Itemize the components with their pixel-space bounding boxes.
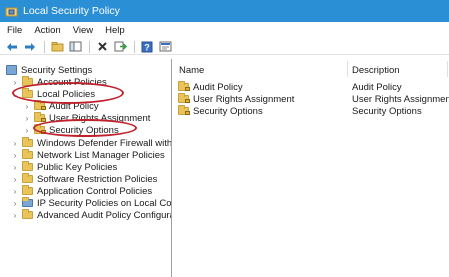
tree-item-network-list-manager[interactable]: › Network List Manager Policies xyxy=(11,149,165,161)
list-item-description: Audit Policy xyxy=(352,81,402,93)
lock-icon xyxy=(185,99,190,103)
folder-icon xyxy=(22,76,33,86)
window-title: Local Security Policy xyxy=(23,5,120,17)
lock-icon xyxy=(41,130,46,134)
chevron-right-icon[interactable]: › xyxy=(11,175,19,184)
export-list-icon[interactable] xyxy=(112,40,128,54)
forward-icon[interactable] xyxy=(22,40,38,54)
toolbar-separator xyxy=(89,40,90,53)
tree-item-user-rights-assignment[interactable]: › User Rights Assignment xyxy=(23,112,150,124)
locked-folder-icon xyxy=(178,93,190,103)
tree-item-audit-policy[interactable]: › Audit Policy xyxy=(23,100,99,112)
chevron-right-icon[interactable]: › xyxy=(11,78,19,87)
tree-item-ip-security-policies[interactable]: › IP Security Policies on Local Computer xyxy=(11,197,172,209)
tree-item-advanced-audit-policy[interactable]: › Advanced Audit Policy Configuration xyxy=(11,209,171,221)
lock-icon xyxy=(41,118,46,122)
chevron-down-icon[interactable]: ⌄ xyxy=(11,90,19,99)
folder-icon xyxy=(22,88,33,98)
delete-icon[interactable] xyxy=(94,40,110,54)
menu-action[interactable]: Action xyxy=(28,25,66,36)
tree-item-local-policies[interactable]: ⌄ Local Policies xyxy=(11,88,95,100)
locked-folder-icon xyxy=(34,112,46,122)
toolbar: ? xyxy=(0,39,449,55)
tree-item-label: Network List Manager Policies xyxy=(37,149,165,161)
lock-icon xyxy=(185,111,190,115)
chevron-right-icon[interactable]: › xyxy=(23,102,31,111)
security-settings-icon xyxy=(6,65,17,75)
svg-text:?: ? xyxy=(144,42,150,52)
locked-folder-icon xyxy=(34,124,46,134)
security-policy-app-icon xyxy=(5,5,18,18)
toolbar-separator xyxy=(44,40,45,53)
back-icon[interactable] xyxy=(4,40,20,54)
column-header-name[interactable]: Name xyxy=(179,65,204,76)
chevron-right-icon[interactable]: › xyxy=(23,126,31,135)
list-item-name: Audit Policy xyxy=(193,81,243,93)
chevron-right-icon[interactable]: › xyxy=(11,139,19,148)
tree-item-label: IP Security Policies on Local Computer xyxy=(37,197,172,209)
tree-item-label: Application Control Policies xyxy=(37,185,153,197)
list-item-name: User Rights Assignment xyxy=(193,93,295,105)
lock-icon xyxy=(41,106,46,110)
locked-folder-icon xyxy=(178,105,190,115)
up-folder-icon[interactable] xyxy=(49,40,65,54)
properties-icon[interactable] xyxy=(157,40,173,54)
tree-item-label: User Rights Assignment xyxy=(49,112,151,124)
tree-item-label: Security Options xyxy=(49,124,119,136)
chevron-right-icon[interactable]: › xyxy=(11,187,19,196)
column-divider[interactable] xyxy=(347,61,348,77)
chevron-right-icon[interactable]: › xyxy=(11,199,19,208)
tree-item-label: Advanced Audit Policy Configuration xyxy=(37,209,171,221)
list-item-security-options[interactable]: Security Options xyxy=(178,105,263,117)
folder-icon xyxy=(22,149,33,159)
tree-item-label: Software Restriction Policies xyxy=(37,173,158,185)
help-icon[interactable]: ? xyxy=(139,40,155,54)
chevron-right-icon[interactable]: › xyxy=(11,151,19,160)
folder-icon xyxy=(22,137,33,147)
column-header-description[interactable]: Description xyxy=(352,65,400,76)
tree-item-application-control[interactable]: › Application Control Policies xyxy=(11,185,152,197)
column-divider[interactable] xyxy=(447,61,448,77)
show-hide-tree-icon[interactable] xyxy=(67,40,83,54)
list-item-user-rights-assignment[interactable]: User Rights Assignment xyxy=(178,93,294,105)
folder-icon xyxy=(22,161,33,171)
tree-item-label: Public Key Policies xyxy=(37,161,118,173)
tree-item-account-policies[interactable]: › Account Policies xyxy=(11,76,107,88)
ip-security-icon xyxy=(22,197,33,207)
list-item-description: User Rights Assignment xyxy=(352,93,449,105)
locked-folder-icon xyxy=(34,100,46,110)
tree-item-software-restriction[interactable]: › Software Restriction Policies xyxy=(11,173,157,185)
details-pane[interactable]: Name Description Audit Policy Audit Poli… xyxy=(173,59,449,277)
folder-icon xyxy=(22,209,33,219)
tree-root-security-settings[interactable]: Security Settings xyxy=(6,64,92,76)
menu-bar: File Action View Help xyxy=(0,22,449,39)
menu-view[interactable]: View xyxy=(67,25,99,36)
tree-item-label: Account Policies xyxy=(37,76,107,88)
folder-icon xyxy=(22,185,33,195)
tree-item-label: Audit Policy xyxy=(49,100,99,112)
tree-item-label: Security Settings xyxy=(21,64,93,76)
list-item-description: Security Options xyxy=(352,105,422,117)
menu-file[interactable]: File xyxy=(0,25,28,36)
chevron-right-icon[interactable]: › xyxy=(11,211,19,220)
locked-folder-icon xyxy=(178,81,190,91)
title-bar: Local Security Policy xyxy=(0,0,449,22)
tree-item-label: Local Policies xyxy=(37,88,96,100)
folder-icon xyxy=(22,173,33,183)
tree-item-public-key-policies[interactable]: › Public Key Policies xyxy=(11,161,117,173)
menu-help[interactable]: Help xyxy=(99,25,131,36)
lock-icon xyxy=(185,87,190,91)
list-item-name: Security Options xyxy=(193,105,263,117)
list-item-audit-policy[interactable]: Audit Policy xyxy=(178,81,243,93)
tree-item-windows-defender-firewall[interactable]: › Windows Defender Firewall with Advar xyxy=(11,137,172,149)
toolbar-separator xyxy=(134,40,135,53)
tree-item-security-options[interactable]: › Security Options xyxy=(23,124,119,136)
chevron-right-icon[interactable]: › xyxy=(23,114,31,123)
tree-item-label: Windows Defender Firewall with Advar xyxy=(37,137,172,149)
console-tree-pane[interactable]: Security Settings › Account Policies ⌄ L… xyxy=(0,59,172,277)
chevron-right-icon[interactable]: › xyxy=(11,163,19,172)
